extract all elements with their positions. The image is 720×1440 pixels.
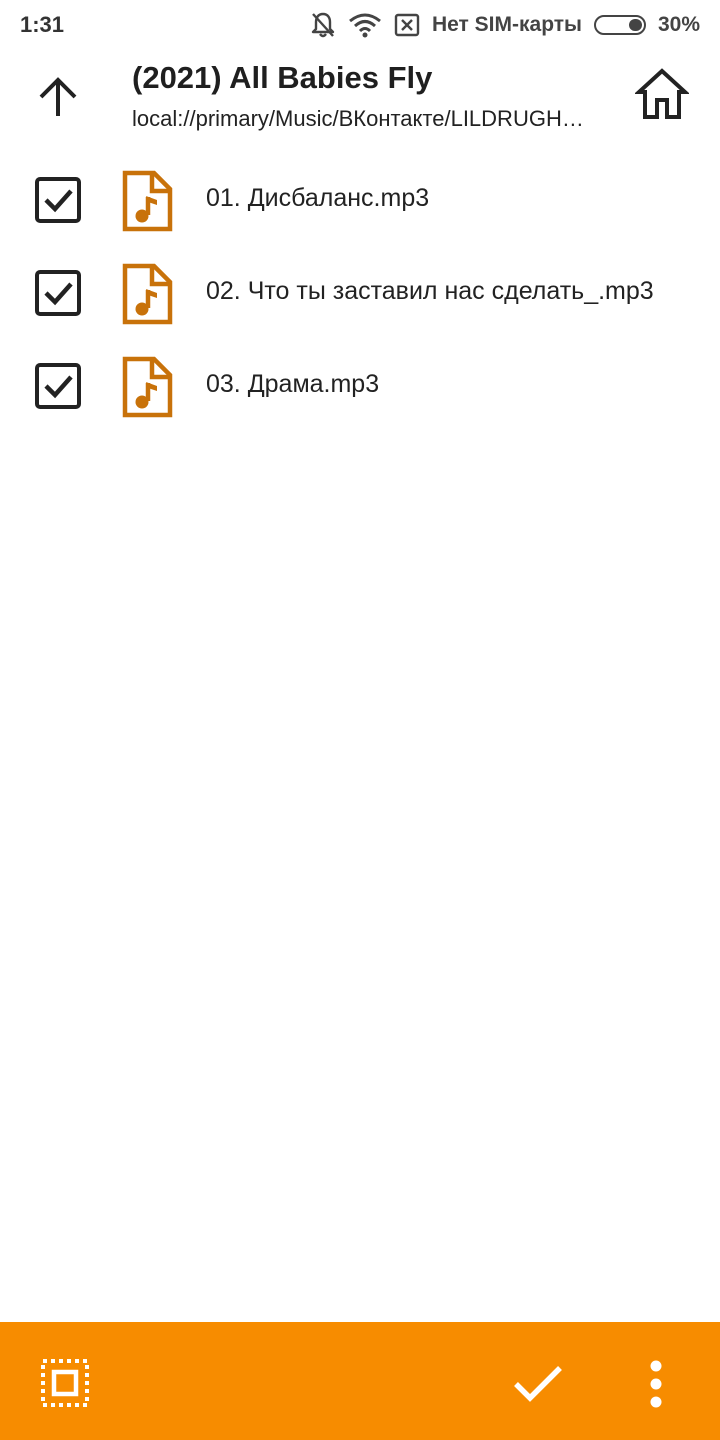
bottom-action-bar <box>0 1322 720 1440</box>
confirm-button[interactable] <box>508 1356 568 1416</box>
file-name: 01. Дисбаланс.mp3 <box>206 184 430 212</box>
check-icon <box>512 1364 564 1409</box>
mute-icon <box>310 11 336 39</box>
battery-level <box>629 19 642 31</box>
header: (2021) All Babies Fly local://primary/Mu… <box>0 50 720 146</box>
file-list: 01. Дисбаланс.mp3 02. Что ты заставил на… <box>0 152 720 431</box>
more-vert-icon <box>648 1360 664 1413</box>
file-name: 03. Драма.mp3 <box>206 370 380 398</box>
checkbox-checked-icon <box>34 176 82 229</box>
carrier-label: Нет SIM-карты <box>431 13 582 36</box>
file-name: 02. Что ты заставил нас сделать_.mp3 <box>206 277 654 305</box>
folder-title: (2021) All Babies Fly <box>132 60 433 95</box>
select-all-icon <box>39 1357 91 1414</box>
arrow-up-icon <box>36 76 80 125</box>
up-button[interactable] <box>26 68 90 132</box>
no-sim-icon <box>394 13 420 37</box>
folder-path: local://primary/Music/ВКонтакте/LILDRUGH… <box>132 106 584 131</box>
home-icon <box>633 67 691 126</box>
file-checkbox[interactable] <box>32 362 84 414</box>
file-checkbox[interactable] <box>32 269 84 321</box>
more-options-button[interactable] <box>626 1356 686 1416</box>
file-row[interactable]: 02. Что ты заставил нас сделать_.mp3 <box>0 245 720 338</box>
status-icons: Нет SIM-карты 30% <box>310 10 700 40</box>
checkbox-checked-icon <box>34 269 82 322</box>
file-checkbox[interactable] <box>32 176 84 228</box>
status-time: 1:31 <box>20 12 65 37</box>
battery-percent: 30% <box>657 13 700 36</box>
screen: 1:31 Нет SIM-карты 30% (2021) All Babies… <box>0 0 720 1440</box>
audio-file-icon <box>120 262 174 326</box>
file-row[interactable]: 03. Драма.mp3 <box>0 338 720 431</box>
wifi-icon <box>348 12 382 38</box>
file-row[interactable]: 01. Дисбаланс.mp3 <box>0 152 720 245</box>
battery-icon <box>593 15 646 35</box>
home-button[interactable] <box>630 64 694 128</box>
audio-file-icon <box>120 355 174 419</box>
checkbox-checked-icon <box>34 362 82 415</box>
audio-file-icon <box>120 169 174 233</box>
select-all-button[interactable] <box>36 1356 94 1414</box>
status-bar: 1:31 Нет SIM-карты 30% <box>0 0 720 50</box>
